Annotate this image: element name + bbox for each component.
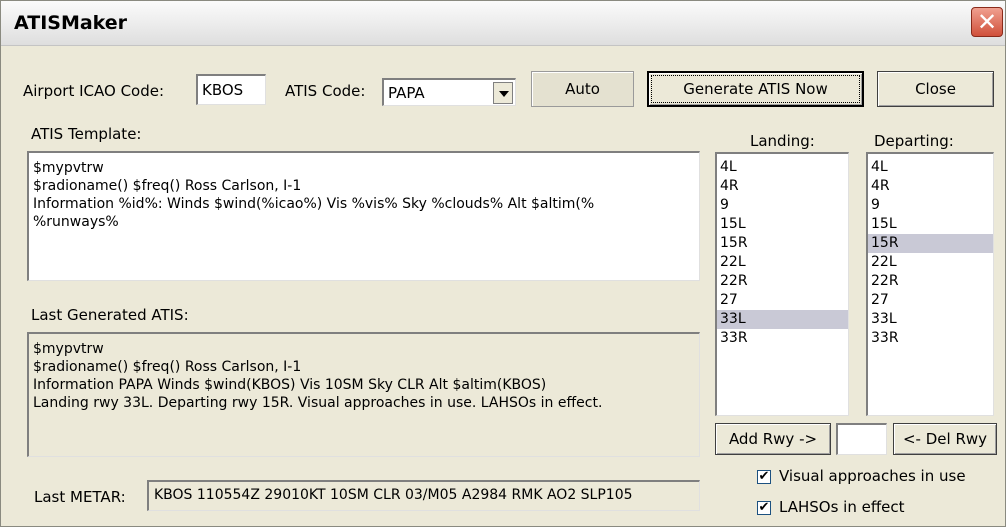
list-item[interactable]: 15L: [717, 215, 848, 234]
atismaker-window: ATISMaker ✕ Airport ICAO Code: KBOS ATIS…: [0, 0, 1006, 527]
landing-listbox[interactable]: 4L 4R 9 15L 15R 22L 22R 27 33L 33R: [715, 152, 849, 416]
template-textarea[interactable]: $mypvtrw $radioname() $freq() Ross Carls…: [27, 151, 700, 281]
template-line: Information %id%: Winds $wind(%icao%) Vi…: [33, 196, 595, 212]
list-item[interactable]: 9: [717, 196, 848, 215]
lahso-checkbox[interactable]: ✔: [757, 501, 771, 515]
generated-line: Information PAPA Winds $wind(KBOS) Vis 1…: [33, 377, 547, 393]
generate-atis-button[interactable]: Generate ATIS Now: [647, 71, 864, 107]
list-item[interactable]: 22L: [717, 253, 848, 272]
metar-label: Last METAR:: [34, 488, 126, 506]
list-item[interactable]: 15R: [868, 234, 993, 253]
title-bar: ATISMaker ✕: [1, 1, 1005, 46]
list-item[interactable]: 15R: [717, 234, 848, 253]
window-close-icon[interactable]: ✕: [971, 7, 1003, 37]
auto-button[interactable]: Auto: [531, 71, 634, 107]
list-item[interactable]: 9: [868, 196, 993, 215]
new-rwy-input[interactable]: [836, 423, 887, 455]
generated-label: Last Generated ATIS:: [31, 306, 189, 324]
icao-input[interactable]: KBOS: [196, 74, 266, 105]
chevron-down-icon[interactable]: [493, 82, 513, 104]
add-rwy-button[interactable]: Add Rwy ->: [715, 423, 831, 455]
list-item[interactable]: 22R: [717, 272, 848, 291]
list-item[interactable]: 4R: [868, 177, 993, 196]
window-title: ATISMaker: [14, 12, 128, 34]
visual-approaches-checkbox[interactable]: ✔: [757, 470, 771, 484]
atis-code-value: PAPA: [388, 84, 425, 102]
list-item[interactable]: 22L: [868, 253, 993, 272]
landing-label: Landing:: [750, 132, 815, 150]
list-item[interactable]: 4L: [717, 158, 848, 177]
list-item[interactable]: 33R: [868, 329, 993, 348]
metar-field[interactable]: KBOS 110554Z 29010KT 10SM CLR 03/M05 A29…: [147, 480, 700, 511]
close-button[interactable]: Close: [877, 71, 994, 107]
template-line: $radioname() $freq() Ross Carlson, I-1: [33, 178, 302, 194]
list-item[interactable]: 33L: [717, 310, 848, 329]
icao-label: Airport ICAO Code:: [23, 82, 165, 100]
lahso-label[interactable]: LAHSOs in effect: [779, 498, 905, 516]
list-item[interactable]: 22R: [868, 272, 993, 291]
generated-textarea[interactable]: $mypvtrw $radioname() $freq() Ross Carls…: [27, 332, 700, 457]
visual-approaches-label[interactable]: Visual approaches in use: [779, 467, 966, 485]
atis-code-label: ATIS Code:: [285, 82, 366, 100]
list-item[interactable]: 4R: [717, 177, 848, 196]
metar-value: KBOS 110554Z 29010KT 10SM CLR 03/M05 A29…: [154, 487, 633, 503]
generated-line: Landing rwy 33L. Departing rwy 15R. Visu…: [33, 395, 603, 411]
template-line: $mypvtrw: [33, 160, 104, 176]
template-line: %runways%: [33, 214, 119, 230]
checkmark-icon: ✔: [758, 469, 770, 484]
list-item[interactable]: 33R: [717, 329, 848, 348]
template-label: ATIS Template:: [31, 125, 142, 143]
atis-code-select[interactable]: PAPA: [382, 78, 516, 106]
generated-line: $radioname() $freq() Ross Carlson, I-1: [33, 359, 302, 375]
departing-listbox[interactable]: 4L 4R 9 15L 15R 22L 22R 27 33L 33R: [866, 152, 994, 416]
list-item[interactable]: 33L: [868, 310, 993, 329]
icao-value: KBOS: [202, 81, 244, 99]
list-item[interactable]: 27: [868, 291, 993, 310]
del-rwy-button[interactable]: <- Del Rwy: [893, 423, 997, 455]
list-item[interactable]: 15L: [868, 215, 993, 234]
list-item[interactable]: 4L: [868, 158, 993, 177]
list-item[interactable]: 27: [717, 291, 848, 310]
departing-label: Departing:: [874, 132, 954, 150]
generated-line: $mypvtrw: [33, 341, 104, 357]
checkmark-icon: ✔: [758, 500, 770, 515]
